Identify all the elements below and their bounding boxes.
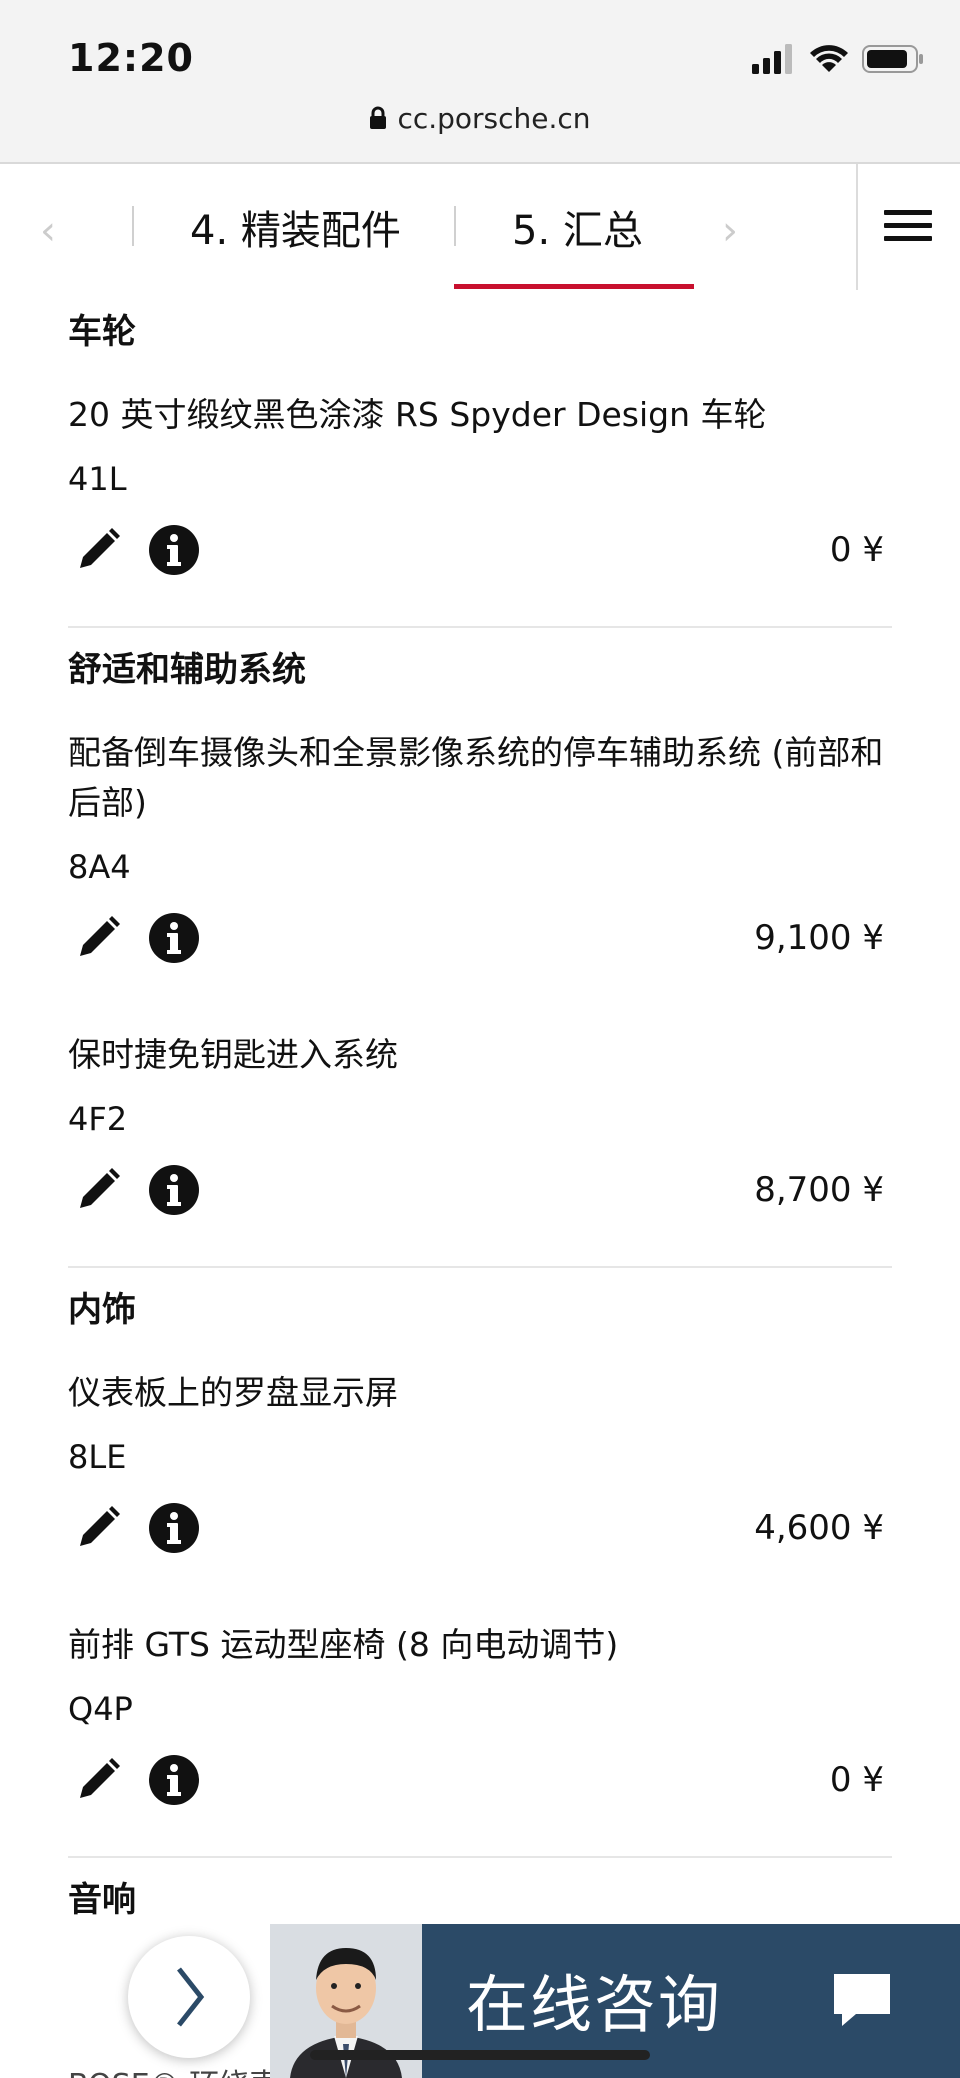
section-title: 舒适和辅助系统	[68, 650, 306, 690]
menu-divider	[856, 164, 858, 290]
item-code: 4F2	[68, 1100, 128, 1138]
next-step-arrow[interactable]: ›	[722, 208, 738, 254]
tab-divider	[132, 206, 134, 246]
item-price: 8,700 ¥	[754, 1170, 884, 1210]
pencil-icon[interactable]	[68, 908, 128, 968]
section-title: 车轮	[68, 312, 136, 352]
item-actions: 0 ¥	[68, 1750, 892, 1810]
item-name: 前排 GTS 运动型座椅 (8 向电动调节)	[68, 1625, 619, 1664]
item-code: 8LE	[68, 1438, 127, 1476]
chat-label: 在线咨询	[466, 1968, 723, 2041]
info-icon[interactable]	[144, 1160, 204, 1220]
item-price: 9,100 ¥	[754, 918, 884, 958]
expand-chat-button[interactable]	[128, 1936, 250, 2058]
item-code: 41L	[68, 460, 127, 498]
item-name: 配备倒车摄像头和全景影像系统的停车辅助系统 (前部和后部)	[68, 733, 884, 822]
item-price: 0 ¥	[829, 1760, 884, 1800]
list-item: 20 英寸缎纹黑色涂漆 RS Spyder Design 车轮 41L 0 ¥	[68, 390, 892, 604]
cellular-signal-icon	[752, 44, 792, 74]
url-bar[interactable]: cc.porsche.cn	[0, 102, 960, 135]
list-item: 前排 GTS 运动型座椅 (8 向电动调节) Q4P 0 ¥	[68, 1582, 892, 1834]
status-time: 12:20	[68, 36, 194, 80]
list-item: 保时捷免钥匙进入系统 4F2 8,700 ¥	[68, 992, 892, 1244]
summary-list: 车轮 20 英寸缎纹黑色涂漆 RS Spyder Design 车轮 41L 0…	[68, 290, 892, 1980]
pencil-icon[interactable]	[68, 1498, 128, 1558]
battery-icon	[862, 45, 923, 73]
info-icon[interactable]	[144, 1750, 204, 1810]
browser-chrome: 12:20 cc.porsche.cn	[0, 0, 960, 164]
active-tab-indicator	[454, 284, 694, 289]
pencil-icon[interactable]	[68, 520, 128, 580]
tab-divider	[454, 206, 456, 246]
item-price: 4,600 ¥	[754, 1508, 884, 1548]
pencil-icon[interactable]	[68, 1750, 128, 1810]
item-actions: 0 ¥	[68, 520, 892, 580]
section-wheels: 车轮 20 英寸缎纹黑色涂漆 RS Spyder Design 车轮 41L 0…	[68, 290, 892, 628]
section-comfort-assist: 舒适和辅助系统 配备倒车摄像头和全景影像系统的停车辅助系统 (前部和后部) 8A…	[68, 628, 892, 1268]
prev-step-arrow[interactable]: ‹	[40, 208, 56, 254]
item-name: 仪表板上的罗盘显示屏	[68, 1373, 398, 1412]
item-actions: 4,600 ¥	[68, 1498, 892, 1558]
url-text: cc.porsche.cn	[397, 102, 591, 135]
status-icons	[752, 44, 924, 74]
item-code: Q4P	[68, 1690, 133, 1728]
list-item: 配备倒车摄像头和全景影像系统的停车辅助系统 (前部和后部) 8A4 9,100 …	[68, 728, 892, 992]
chat-bubble-icon	[834, 1974, 890, 2026]
tab-summary[interactable]: 5. 汇总	[512, 198, 643, 256]
home-indicator	[310, 2050, 650, 2060]
chevron-right-icon	[177, 1967, 205, 2027]
info-icon[interactable]	[144, 520, 204, 580]
pencil-icon[interactable]	[68, 1160, 128, 1220]
info-icon[interactable]	[144, 908, 204, 968]
section-interior: 内饰 仪表板上的罗盘显示屏 8LE 4,600 ¥ 前排 GTS 运动型座椅 (…	[68, 1268, 892, 1858]
item-actions: 9,100 ¥	[68, 908, 892, 968]
list-item: 仪表板上的罗盘显示屏 8LE 4,600 ¥	[68, 1368, 892, 1582]
info-icon[interactable]	[144, 1498, 204, 1558]
wifi-icon	[810, 45, 848, 72]
step-navigation: ‹ 4. 精装配件 5. 汇总 ›	[0, 164, 960, 290]
tab-accessories[interactable]: 4. 精装配件	[190, 198, 401, 256]
section-title: 内饰	[68, 1290, 136, 1330]
cut-off-item-name: BOSE® 环绕声	[68, 2060, 279, 2078]
item-name: 保时捷免钥匙进入系统	[68, 1035, 398, 1074]
item-actions: 8,700 ¥	[68, 1160, 892, 1220]
item-code: 8A4	[68, 848, 131, 886]
item-name: 20 英寸缎纹黑色涂漆 RS Spyder Design 车轮	[68, 395, 767, 434]
hamburger-menu-icon[interactable]	[884, 210, 932, 246]
item-price: 0 ¥	[829, 530, 884, 570]
lock-icon	[370, 106, 387, 129]
